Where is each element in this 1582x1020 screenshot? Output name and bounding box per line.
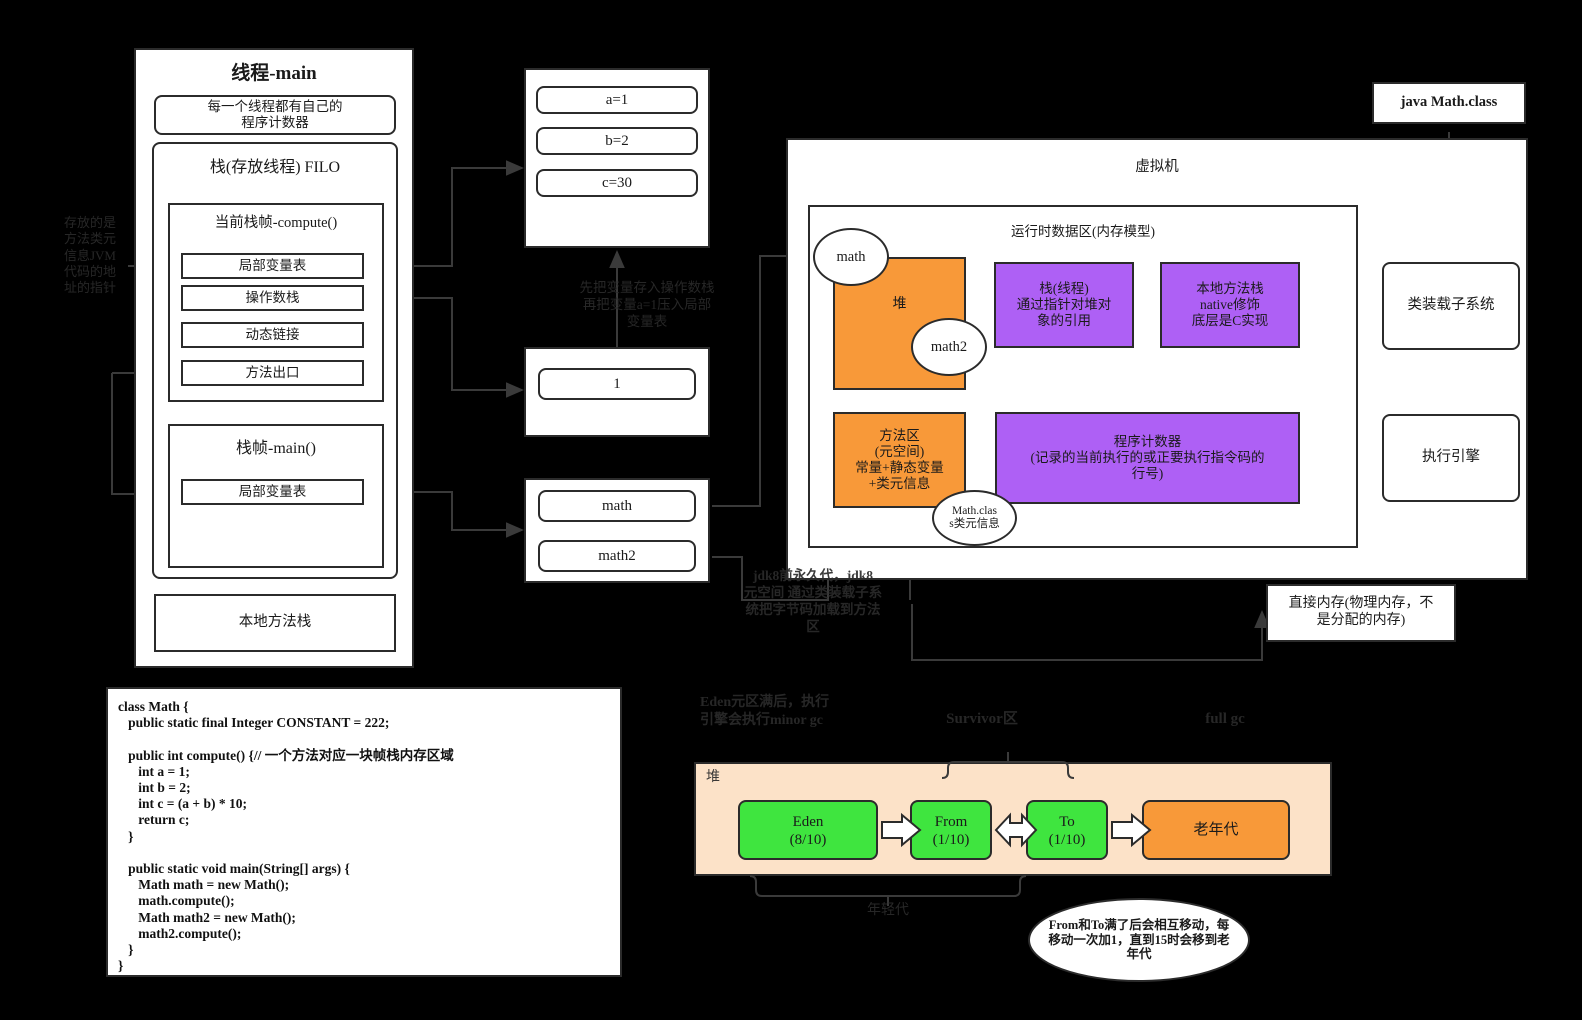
gc-region-to-ratio: (1/10) bbox=[1048, 832, 1086, 848]
gc-region-to: To (1/10) bbox=[1026, 800, 1108, 860]
jdk8-metaspace-note: jdk8前永久代，jdk8 元空间 通过类装载子系 统把字节码加载到方法 区 bbox=[743, 568, 883, 634]
gc-region-eden: Eden (8/10) bbox=[738, 800, 878, 860]
gc-heap-label: 堆 bbox=[706, 770, 720, 785]
heap-label: 堆 bbox=[892, 297, 907, 312]
gc-region-from-ratio: (1/10) bbox=[932, 832, 970, 848]
full-gc-label: full gc bbox=[1205, 711, 1245, 727]
execution-engine-box: 执行引擎 bbox=[1382, 414, 1520, 502]
left-pointer-note: 存放的是 方法类元 信息JVM 代码的地 址的指针 bbox=[63, 215, 116, 295]
survivor-area-label: Survivor区 bbox=[946, 711, 1018, 727]
reference-math: math bbox=[538, 490, 696, 522]
gc-region-eden-name: Eden bbox=[792, 814, 824, 830]
heap-object-math: math bbox=[813, 228, 889, 286]
native-method-stack-box: 本地方法栈 bbox=[154, 594, 396, 652]
frame-main-slot-local-vars: 局部变量表 bbox=[181, 479, 364, 505]
program-counter-note-box: 每一个线程都有自己的 程序计数器 bbox=[154, 95, 396, 135]
gc-region-eden-ratio: (8/10) bbox=[789, 832, 827, 848]
reference-math2: math2 bbox=[538, 540, 696, 572]
java-math-class-box: java Math.class bbox=[1372, 82, 1526, 124]
math-class-metadata: Math.clas s类元信息 bbox=[932, 490, 1017, 546]
direct-memory-box: 直接内存(物理内存，不 是分配的内存) bbox=[1266, 584, 1456, 642]
frame-compute-slot-operand-stack: 操作数栈 bbox=[181, 285, 364, 311]
frame-compute-title: 当前栈帧-compute() bbox=[214, 215, 338, 231]
java-source-code: class Math { public static final Integer… bbox=[106, 687, 622, 977]
thread-main-title: 线程-main bbox=[231, 63, 317, 84]
stack-title: 栈(存放线程) FILO bbox=[209, 159, 341, 176]
program-counter-box: 程序计数器 (记录的当前执行的或正要执行指令码的 行号) bbox=[995, 412, 1300, 504]
gc-region-old-gen: 老年代 bbox=[1142, 800, 1290, 860]
runtime-data-area-title: 运行时数据区(内存模型) bbox=[1011, 224, 1155, 239]
gc-region-to-name: To bbox=[1059, 814, 1075, 830]
frame-main-title: 栈帧-main() bbox=[236, 440, 316, 457]
minor-gc-note: Eden元区满后，执行 引擎会执行minor gc bbox=[700, 695, 830, 728]
class-loader-subsystem-box: 类装载子系统 bbox=[1382, 262, 1520, 350]
method-area-box: 方法区 (元空间) 常量+静态变量 +类元信息 bbox=[833, 412, 966, 508]
local-var-a: a=1 bbox=[536, 86, 698, 114]
frame-compute-slot-dynamic-link: 动态链接 bbox=[181, 322, 364, 348]
young-generation-label: 年轻代 bbox=[867, 903, 909, 918]
gc-region-from: From (1/10) bbox=[910, 800, 992, 860]
local-var-b: b=2 bbox=[536, 127, 698, 155]
gc-region-from-name: From bbox=[934, 814, 968, 830]
jvm-title: 虚拟机 bbox=[1135, 159, 1179, 175]
frame-compute-slot-method-exit: 方法出口 bbox=[181, 360, 364, 386]
operand-stack-value-1: 1 bbox=[538, 368, 696, 400]
frame-compute-slot-local-vars: 局部变量表 bbox=[181, 253, 364, 279]
survivor-move-bubble: From和To满了后会相互移动，每 移动一次加1，直到15时会移到老 年代 bbox=[1028, 898, 1250, 982]
jvm-native-method-stack-box: 本地方法栈 native修饰 底层是C实现 bbox=[1160, 262, 1300, 348]
diagram-canvas: 线程-main 每一个线程都有自己的 程序计数器 栈(存放线程) FILO 当前… bbox=[0, 0, 1582, 1020]
local-var-c: c=30 bbox=[536, 169, 698, 197]
heap-object-math2: math2 bbox=[911, 318, 987, 376]
operand-stack-note: 先把变量存入操作数栈 再把变量a=1压入局部 变量表 bbox=[579, 280, 715, 329]
jvm-stack-thread-box: 栈(线程) 通过指针对堆对 象的引用 bbox=[994, 262, 1134, 348]
